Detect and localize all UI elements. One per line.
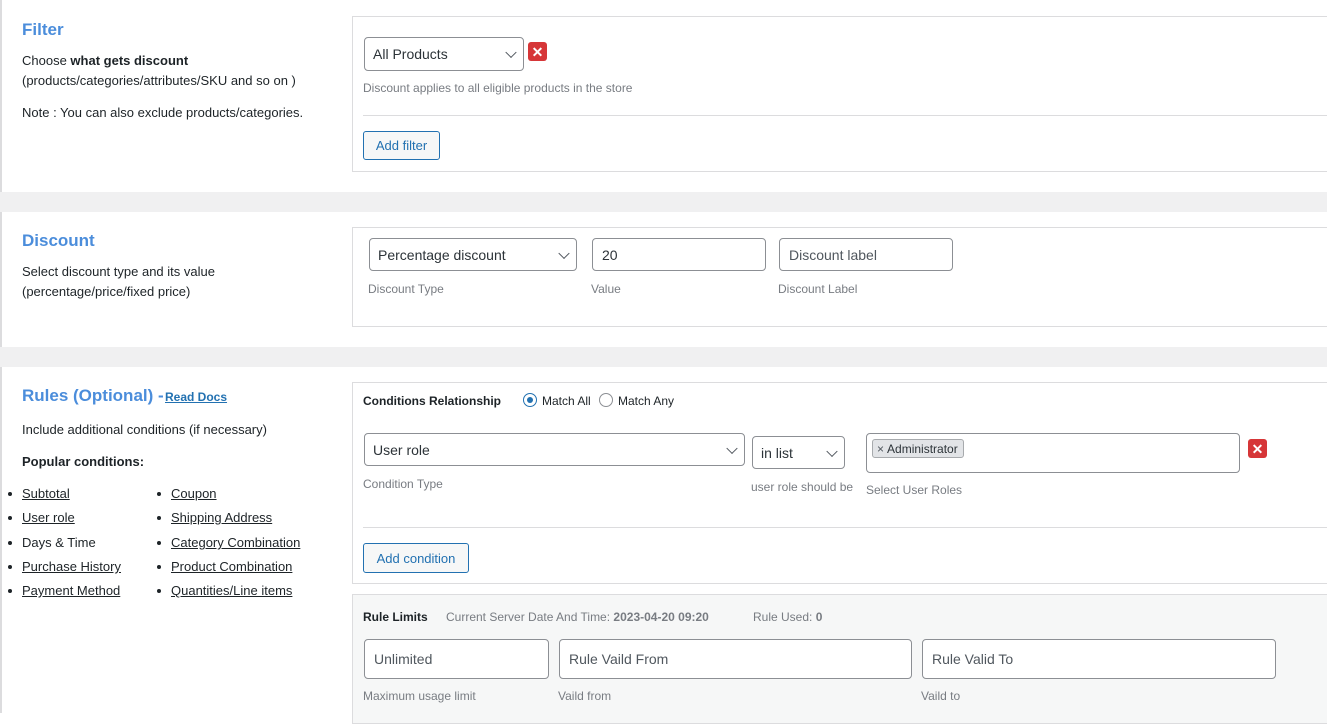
rule-used: Rule Used: 0 — [753, 610, 822, 624]
popular-condition-link[interactable]: Subtotal — [22, 486, 70, 501]
discount-value-label: Value — [591, 282, 621, 296]
close-icon: ✕ — [1251, 440, 1264, 457]
filter-separator — [363, 115, 1327, 116]
discount-label-input[interactable]: Discount label — [779, 238, 953, 271]
section-border — [0, 367, 2, 713]
filter-description-line2: (products/categories/attributes/SKU and … — [22, 73, 296, 88]
tag-remove-icon[interactable]: × — [877, 442, 884, 456]
condition-type-select[interactable]: User role — [364, 433, 745, 466]
filter-hint: Discount applies to all eligible product… — [363, 81, 633, 95]
section-divider — [0, 347, 1327, 367]
section-border — [0, 212, 2, 347]
bullet — [157, 565, 161, 569]
popular-condition-link[interactable]: Category Combination — [171, 535, 300, 550]
popular-condition-link[interactable]: Payment Method — [22, 583, 120, 598]
chevron-down-icon — [558, 247, 570, 259]
condition-type-value: User role — [373, 441, 430, 458]
popular-condition-link[interactable]: Coupon — [171, 486, 217, 501]
filter-type-select[interactable]: All Products — [364, 37, 524, 71]
section-border — [0, 0, 2, 192]
section-divider — [0, 192, 1327, 212]
chevron-down-icon — [505, 46, 517, 59]
valid-to-label: Vaild to — [921, 689, 961, 703]
bullet — [8, 565, 12, 569]
filter-desc-bold: what gets discount — [70, 53, 189, 68]
valid-from-label: Vaild from — [558, 689, 612, 703]
bullet — [157, 516, 161, 520]
match-all-label[interactable]: Match All — [542, 394, 591, 408]
discount-type-value: Percentage discount — [378, 246, 506, 263]
rule-limits-title: Rule Limits — [363, 610, 428, 624]
popular-condition-link[interactable]: Purchase History — [22, 559, 121, 574]
rule-used-label: Rule Used: — [753, 610, 813, 624]
condition-type-label: Condition Type — [363, 477, 443, 491]
match-any-radio[interactable] — [599, 393, 613, 407]
conditions-relationship-label: Conditions Relationship — [363, 394, 501, 408]
filter-type-value: All Products — [373, 46, 448, 62]
condition-operator-label: user role should be — [751, 480, 854, 494]
server-time-label: Current Server Date And Time: — [446, 610, 611, 624]
discount-description-line2: (percentage/price/fixed price) — [22, 284, 191, 299]
filter-desc-prefix: Choose — [22, 53, 71, 68]
bullet — [8, 492, 12, 496]
bullet — [8, 516, 12, 520]
discount-label-label: Discount Label — [778, 282, 858, 296]
filter-description: Choose what gets discount — [22, 51, 188, 71]
discount-type-select[interactable]: Percentage discount — [369, 238, 577, 271]
add-condition-button[interactable]: Add condition — [363, 543, 469, 573]
discount-heading: Discount — [22, 231, 95, 250]
bullet — [157, 541, 161, 545]
popular-condition-link[interactable]: Quantities/Line items — [171, 583, 292, 598]
chevron-down-icon — [726, 442, 738, 454]
max-usage-label: Maximum usage limit — [363, 689, 476, 703]
user-roles-label: Select User Roles — [866, 483, 963, 497]
selected-role-tag: × Administrator — [872, 439, 964, 458]
bullet — [157, 589, 161, 593]
match-any-label[interactable]: Match Any — [618, 394, 674, 408]
chevron-down-icon — [826, 445, 838, 457]
condition-operator-value: in list — [761, 444, 793, 461]
remove-filter-button[interactable]: ✕ — [528, 42, 547, 61]
condition-operator-select[interactable]: in list — [752, 436, 845, 469]
server-time-value: 2023-04-20 09:20 — [613, 610, 709, 624]
rule-used-value: 0 — [815, 610, 823, 624]
popular-condition-link[interactable]: User role — [22, 510, 75, 525]
bullet — [8, 541, 12, 545]
remove-condition-button[interactable]: ✕ — [1248, 439, 1267, 458]
valid-from-input[interactable]: Rule Vaild From — [559, 639, 912, 679]
match-all-radio[interactable] — [523, 393, 537, 407]
popular-condition-link[interactable]: Shipping Address — [171, 510, 272, 525]
discount-description: Select discount type and its value — [22, 264, 215, 279]
discount-type-label: Discount Type — [368, 282, 444, 296]
popular-conditions-title: Popular conditions: — [22, 454, 145, 469]
max-usage-input[interactable]: Unlimited — [364, 639, 549, 679]
valid-to-input[interactable]: Rule Valid To — [922, 639, 1276, 679]
filter-note: Note : You can also exclude products/cat… — [22, 105, 304, 120]
filter-heading: Filter — [22, 20, 64, 39]
add-filter-button[interactable]: Add filter — [363, 131, 440, 160]
bullet — [157, 492, 161, 496]
tag-label: Administrator — [887, 441, 958, 456]
close-icon: ✕ — [531, 43, 544, 60]
rules-description: Include additional conditions (if necess… — [22, 422, 267, 437]
popular-condition-link[interactable]: Product Combination — [171, 559, 292, 574]
bullet — [8, 589, 12, 593]
server-time: Current Server Date And Time: 2023-04-20… — [446, 610, 709, 624]
discount-value-input[interactable]: 20 — [592, 238, 766, 271]
conditions-separator — [363, 527, 1327, 528]
read-docs-link[interactable]: Read Docs — [165, 390, 227, 404]
popular-condition-text: Days & Time — [22, 535, 96, 550]
rules-heading: Rules (Optional) - — [22, 386, 164, 405]
